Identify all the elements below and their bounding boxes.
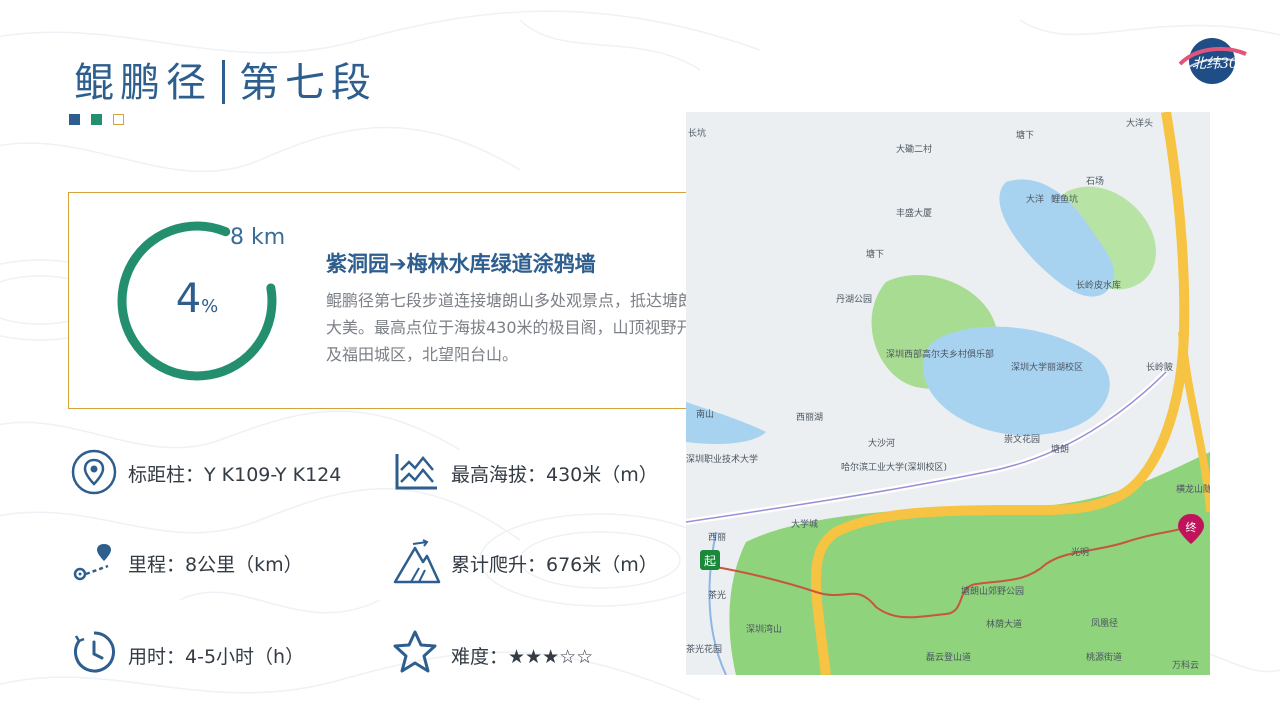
map-pin-icon [71,449,117,495]
stat-duration: 用时：4-5小时（h） [128,646,305,668]
route-icon [73,544,111,581]
map-label: 茶光 [708,589,726,601]
star-icon [393,630,437,673]
map-label: 大洋头 [1126,117,1153,129]
map-label: 丰盛大厦 [896,207,932,219]
map-label: 长岭皮水库 [1076,279,1121,291]
map-label: 林荫大道 [986,618,1022,630]
stat-distance: 里程：8公里（km） [128,554,303,576]
beiwei30-logo: 北纬30 [1178,38,1247,84]
progress-percent-value: 4 [175,276,202,322]
clock-icon [74,631,115,673]
logo-text: 北纬30 [1192,56,1238,72]
title-section: 第七段 [239,60,377,106]
stat-difficulty: 难度：★★★☆☆ [451,646,594,668]
map-label: 丹湖公园 [836,294,872,305]
map-label: 深圳职业技术大学 [686,453,758,465]
deco-square-gold [113,114,124,125]
map-label: 光明 [1071,546,1089,558]
map-label: 深圳大学丽湖校区 [1011,361,1083,373]
map-label: 石场 [1086,176,1104,187]
map-label: 大沙河 [868,437,895,449]
map-label: 鲤鱼坑 [1051,193,1078,205]
map-label: 塘朗 [1051,443,1069,455]
map-label: 塘下 [866,248,884,260]
stat-total-climb: 累计爬升：676米（m） [451,554,658,576]
title-main: 鲲鹏径 [74,60,212,106]
map-label: 大学城 [791,518,818,530]
map-label: 塘下 [1016,129,1034,141]
map-label: 塘朗山郊野公园 [961,585,1024,597]
map-label: 长坑 [688,127,706,139]
end-label: 终 [1186,520,1197,534]
stat-max-altitude: 最高海拔：430米（m） [451,464,658,486]
map-label: 桃源街道 [1086,651,1122,663]
map-label: 万科云 [1172,659,1199,671]
start-label: 起 [704,554,716,568]
route-title: 紫洞园➔梅林水库绿道涂鸦墙 [326,252,596,276]
mountain-icon [393,539,441,584]
map-label: 磊云登山道 [926,651,971,663]
map-start-marker: 起 [700,550,720,570]
deco-square-green [91,114,102,125]
map-label: 长岭陂 [1146,361,1173,373]
title-separator [222,60,225,104]
progress-percent: 4% [150,276,244,322]
progress-percent-unit: % [201,296,219,317]
map-label: 深圳西部高尔夫乡村俱乐部 [886,348,994,360]
map-label: 大磡二村 [896,143,932,155]
map-label: 西丽湖 [796,412,823,423]
map-label: 西丽 [708,532,726,543]
page-title: 鲲鹏径 第七段 [74,50,377,110]
map-label: 崇文花园 [1004,433,1040,445]
map-label: 南山 [696,408,714,420]
map-label: 大洋 [1026,193,1044,205]
map-label: 凤凰径 [1091,617,1118,629]
stat-markers: 标距柱：Y K109-Y K124 [128,464,342,486]
map-label: 哈尔滨工业大学(深圳校区) [841,461,947,473]
map-label: 深圳湾山 [746,623,782,635]
map-label: 横龙山隧道 [1176,483,1210,495]
distance-label: 8 km [230,225,286,250]
map-label: 茶光花园 [686,643,722,655]
route-map: 起 终 长坑 大磡二村 大洋头 塘下 石场 大洋 鲤鱼坑 丰盛大厦 塘下 丹湖公… [686,112,1210,675]
altitude-chart-icon [395,454,437,490]
deco-square-blue [69,114,80,125]
